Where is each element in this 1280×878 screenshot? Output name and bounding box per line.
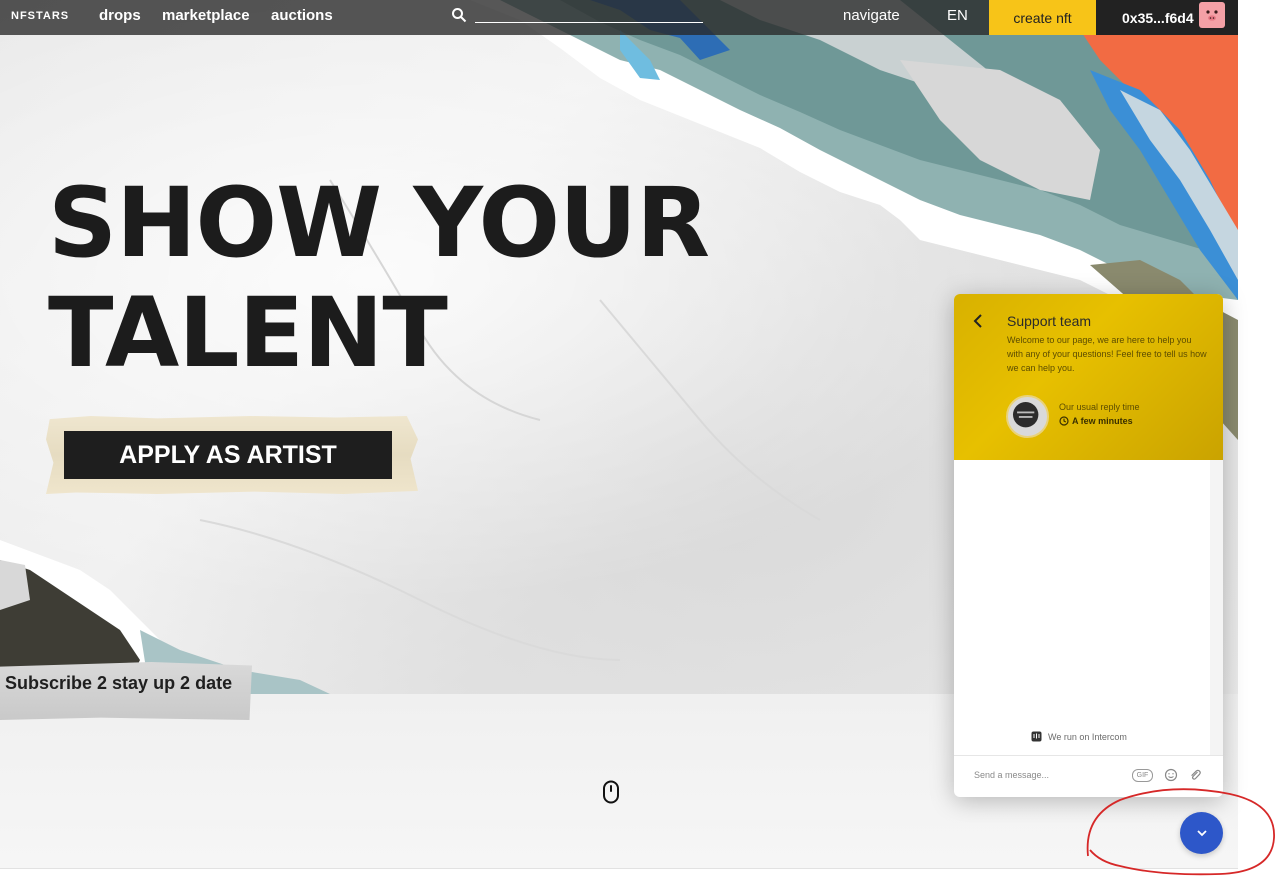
avatar[interactable] (1199, 2, 1225, 28)
emoji-icon[interactable] (1164, 768, 1178, 782)
mouse-scroll-icon (603, 780, 619, 804)
powered-by-text: We run on Intercom (1048, 731, 1127, 742)
headline-line-2: TALENT (48, 277, 448, 389)
subscribe-link[interactable]: Subscribe 2 stay up 2 date (5, 673, 232, 694)
support-messenger: Support team Welcome to our page, we are… (954, 294, 1223, 797)
back-chevron-icon[interactable] (971, 311, 987, 331)
messenger-scrollbar[interactable] (1210, 460, 1223, 755)
create-nft-button[interactable]: create nft (989, 0, 1096, 35)
messenger-header: Support team Welcome to our page, we are… (954, 294, 1223, 460)
apply-as-artist-button[interactable]: APPLY AS ARTIST (64, 431, 392, 479)
bottom-divider (0, 868, 1238, 878)
reply-time-value: A few minutes (1072, 416, 1133, 426)
messenger-intro: Welcome to our page, we are here to help… (1007, 335, 1207, 373)
language-selector[interactable]: EN (947, 7, 968, 24)
message-input[interactable] (974, 766, 1124, 784)
hero-headline: SHOW YOUR TALENT (48, 167, 710, 389)
team-avatar (1006, 395, 1049, 438)
gif-icon[interactable]: GIF (1132, 769, 1153, 782)
reply-time: A few minutes (1059, 416, 1133, 426)
powered-by-intercom[interactable]: We run on Intercom (1031, 731, 1127, 742)
page: NFSTARS drops marketplace auctions navig… (0, 0, 1280, 878)
nav-navigate[interactable]: navigate (843, 7, 900, 24)
headline-line-1: SHOW YOUR (48, 167, 710, 279)
right-gutter (1238, 0, 1280, 878)
search-input[interactable] (475, 6, 703, 23)
wallet-address: 0x35...f6d4 (1122, 9, 1194, 26)
nav-drops[interactable]: drops (99, 7, 141, 24)
team-logo-icon (1012, 401, 1039, 428)
nav-marketplace[interactable]: marketplace (162, 7, 250, 24)
intercom-logo-icon (1031, 731, 1042, 742)
composer-divider (954, 755, 1223, 756)
clock-icon (1059, 416, 1069, 426)
attachment-icon[interactable] (1188, 768, 1202, 782)
messenger-launcher-button[interactable] (1180, 812, 1223, 854)
messenger-title: Support team (1007, 313, 1092, 329)
pig-avatar-icon (1206, 10, 1218, 21)
search-icon[interactable] (451, 7, 467, 23)
site-logo[interactable]: NFSTARS (11, 10, 69, 22)
top-nav: NFSTARS drops marketplace auctions navig… (0, 0, 1238, 35)
chevron-down-icon (1196, 830, 1207, 837)
reply-time-label: Our usual reply time (1059, 402, 1140, 412)
nav-auctions[interactable]: auctions (271, 7, 333, 24)
